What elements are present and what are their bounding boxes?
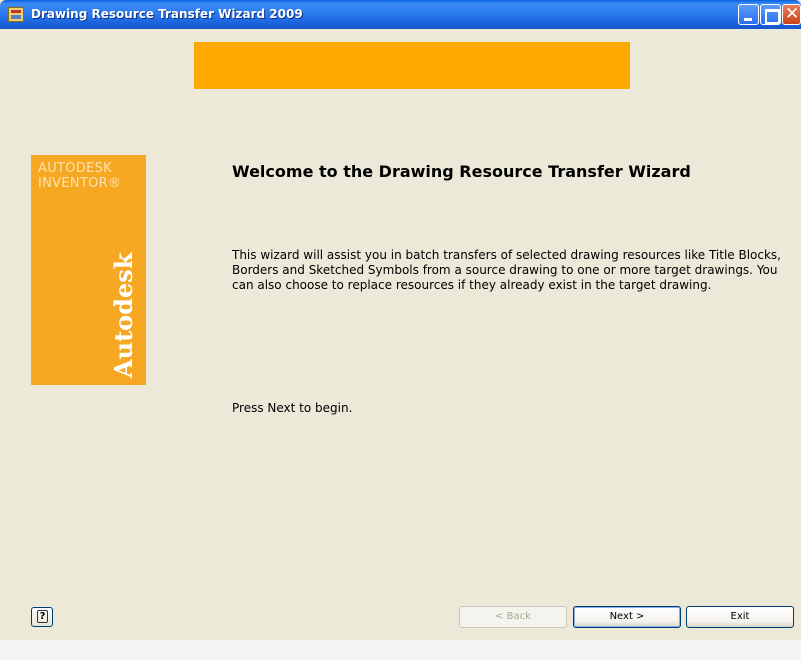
window-title: Drawing Resource Transfer Wizard 2009 — [31, 7, 303, 21]
header-banner — [194, 42, 630, 89]
back-button[interactable]: < Back — [459, 606, 567, 628]
product-brand: AUTODESK INVENTOR® — [38, 161, 121, 191]
maximize-button[interactable] — [760, 4, 781, 25]
title-bar[interactable]: Drawing Resource Transfer Wizard 2009 ✕ — [0, 0, 801, 29]
autodesk-logo: Autodesk — [107, 243, 141, 378]
window-bottom-strip — [0, 640, 801, 660]
autodesk-logo-text: Autodesk — [109, 252, 138, 378]
exit-button[interactable]: Exit — [686, 606, 794, 628]
close-button[interactable]: ✕ — [782, 4, 801, 25]
help-icon: ? — [37, 610, 48, 623]
close-icon: ✕ — [785, 4, 800, 24]
minimize-button[interactable] — [738, 4, 759, 25]
wizard-description: This wizard will assist you in batch tra… — [232, 248, 781, 292]
instruction-text: Press Next to begin. — [232, 401, 353, 415]
help-button[interactable]: ? — [31, 607, 53, 627]
brand-line-autodesk: AUTODESK — [38, 161, 112, 176]
next-button[interactable]: Next > — [573, 606, 681, 628]
page-title: Welcome to the Drawing Resource Transfer… — [232, 162, 691, 181]
app-icon — [8, 7, 24, 22]
wizard-window: Drawing Resource Transfer Wizard 2009 ✕ … — [0, 0, 801, 640]
autodesk-side-panel: AUTODESK INVENTOR® Autodesk — [31, 155, 146, 385]
brand-line-inventor: INVENTOR® — [38, 176, 122, 191]
